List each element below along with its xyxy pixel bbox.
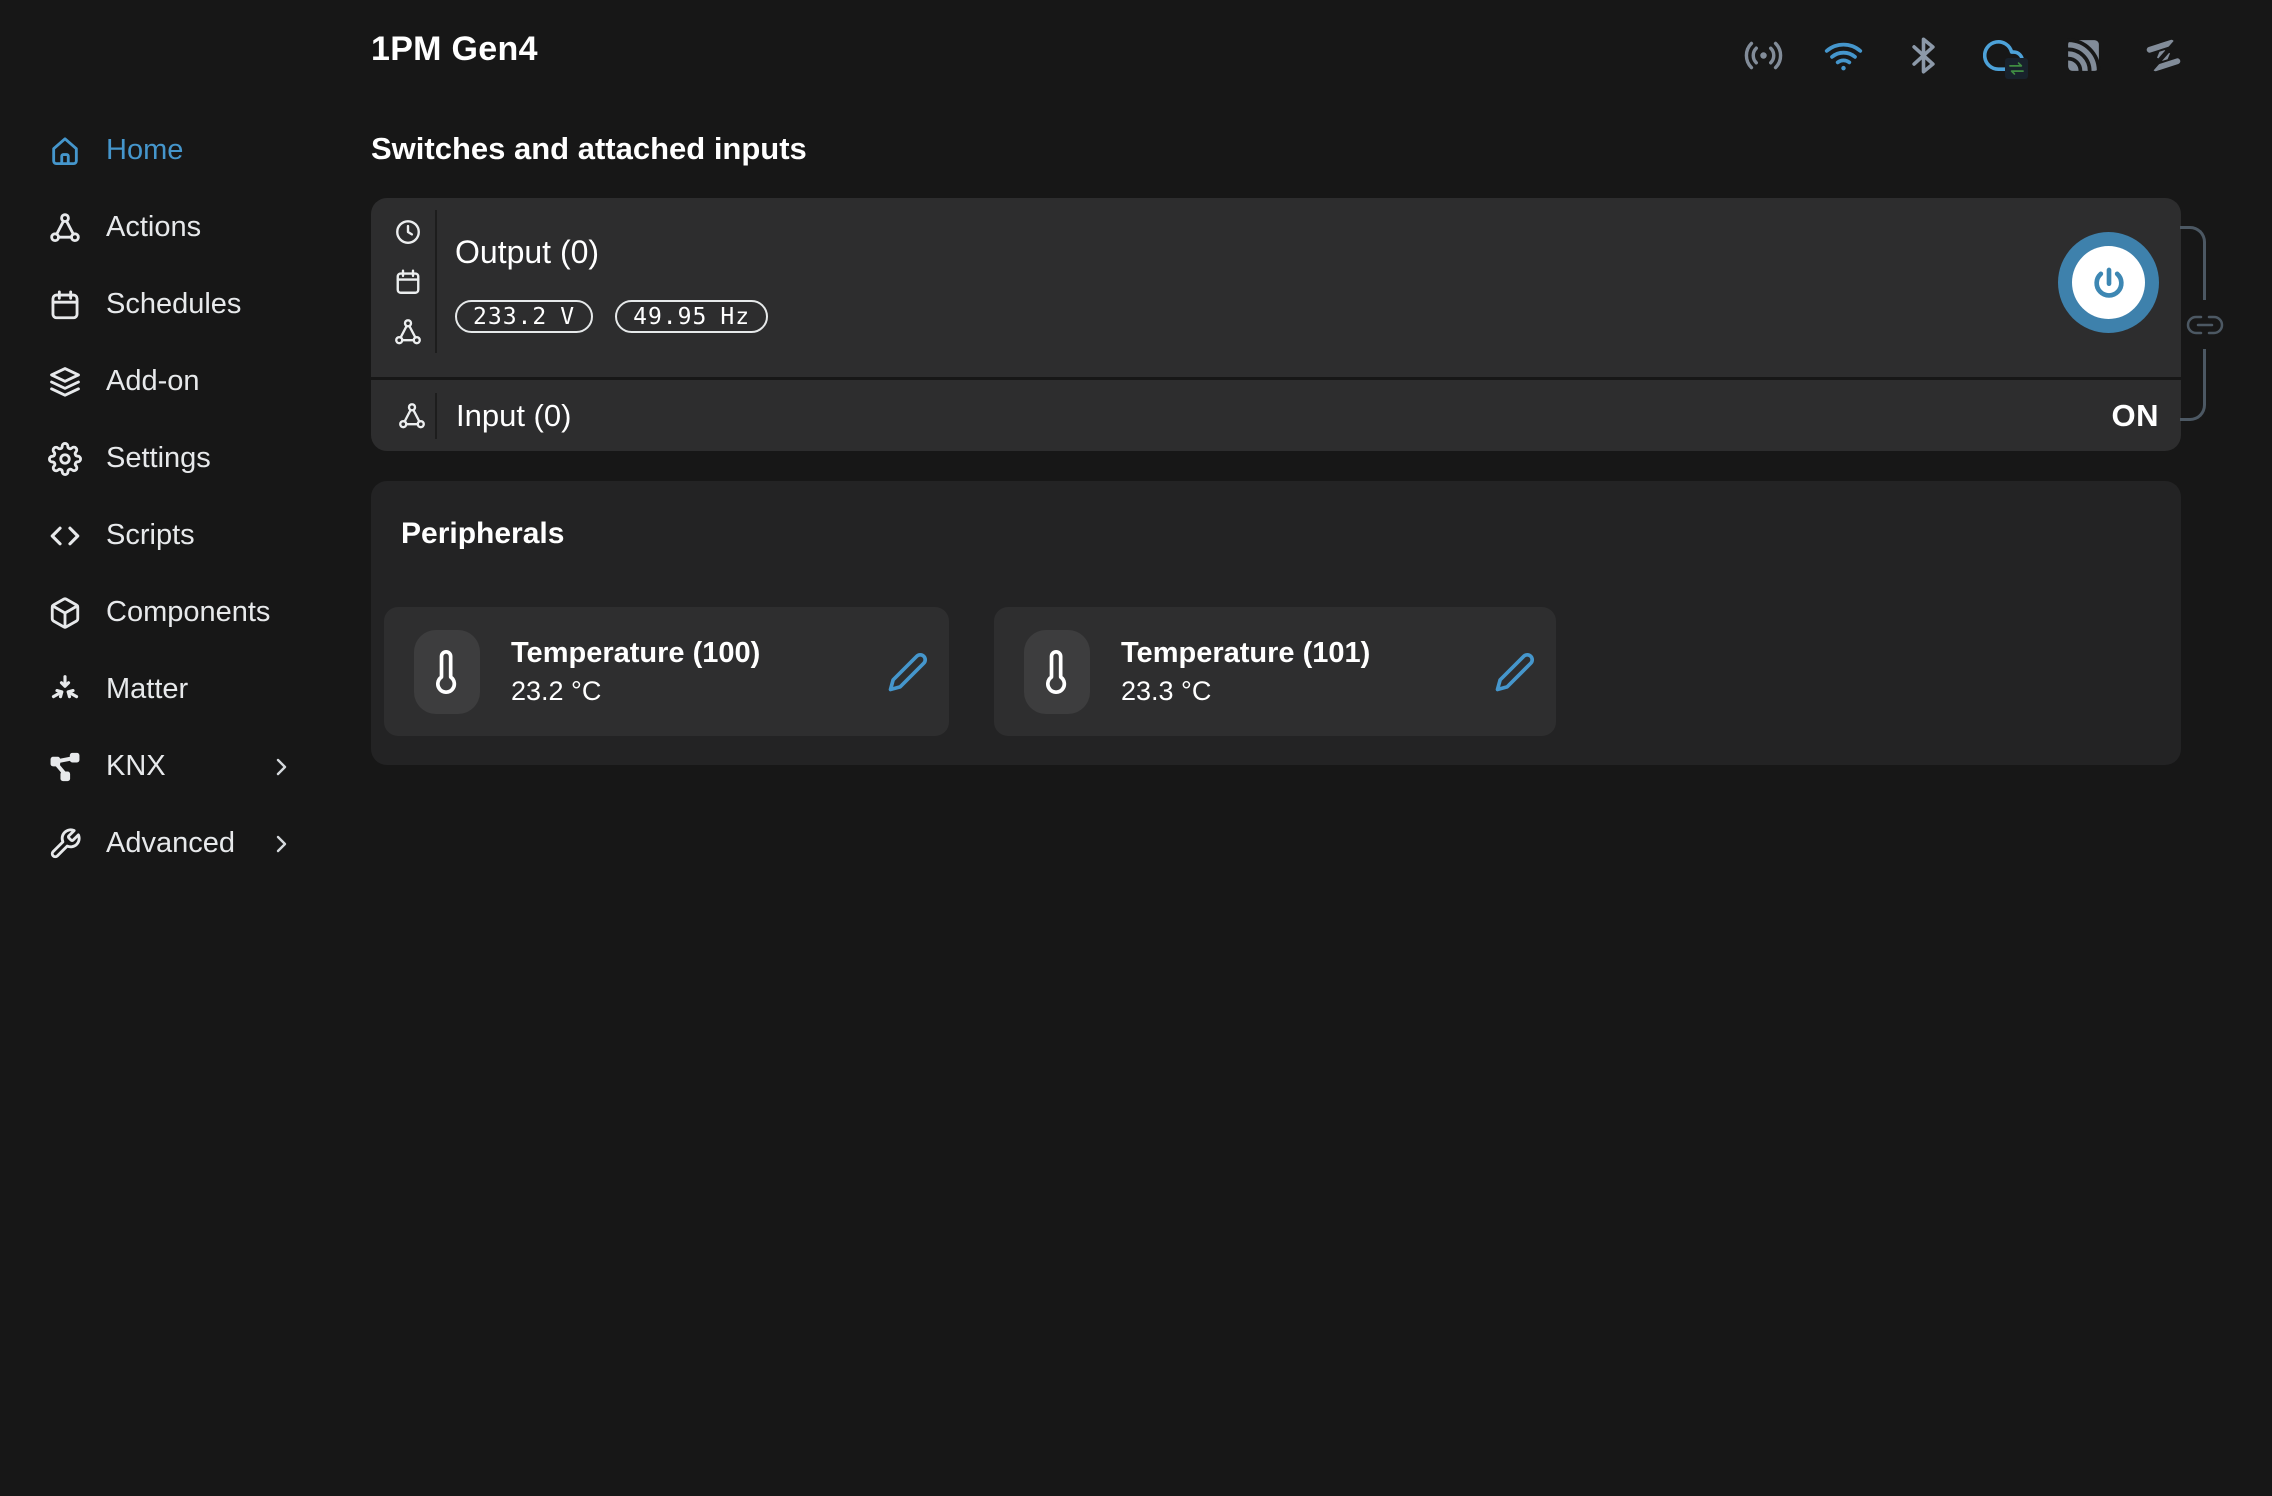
sync-arrows-icon — [2005, 58, 2028, 79]
chevron-right-icon — [269, 755, 293, 779]
sidebar-item-advanced[interactable]: Advanced — [0, 805, 371, 882]
power-toggle-button[interactable] — [2058, 232, 2159, 333]
status-bar — [1741, 33, 2185, 77]
sidebar-item-scripts[interactable]: Scripts — [0, 497, 371, 574]
thermometer-icon — [1024, 630, 1090, 714]
edit-pencil-icon[interactable] — [887, 651, 929, 693]
sidebar-item-label: Advanced — [106, 827, 235, 860]
rss-feed-icon[interactable] — [2061, 33, 2105, 77]
voltage-badge: 233.2V — [455, 300, 593, 333]
link-bracket-bottom — [2180, 349, 2206, 421]
thermometer-icon — [414, 630, 480, 714]
code-icon — [48, 519, 82, 553]
sidebar-item-label: Schedules — [106, 288, 241, 321]
link-bracket-top — [2180, 226, 2206, 300]
matter-icon — [48, 673, 82, 707]
sensor-tile-temperature-100[interactable]: Temperature (100) 23.2 °C — [384, 607, 949, 736]
output-indicator-icons — [393, 217, 423, 347]
sidebar-item-label: Matter — [106, 673, 188, 706]
input-state: ON — [2112, 398, 2160, 434]
sidebar-item-label: Scripts — [106, 519, 195, 552]
cloud-sync-icon[interactable] — [1981, 33, 2025, 77]
cube-icon — [48, 596, 82, 630]
sidebar-item-addon[interactable]: Add-on — [0, 343, 371, 420]
timer-clock-icon — [393, 217, 423, 247]
input-label: Input (0) — [456, 398, 571, 434]
wifi-icon[interactable] — [1821, 33, 1865, 77]
knx-icon — [48, 750, 82, 784]
sidebar-item-home[interactable]: Home — [0, 112, 371, 189]
sensor-value: 23.2 °C — [511, 676, 760, 707]
sidebar-item-knx[interactable]: KNX — [0, 728, 371, 805]
divider — [435, 393, 437, 439]
gear-icon — [48, 442, 82, 476]
hand-disabled-icon[interactable] — [2141, 33, 2185, 77]
power-icon — [2072, 246, 2145, 319]
divider — [435, 210, 437, 353]
sensor-value: 23.3 °C — [1121, 676, 1370, 707]
output-label: Output (0) — [455, 234, 599, 271]
page-title: 1PM Gen4 — [371, 30, 538, 69]
sidebar-item-schedules[interactable]: Schedules — [0, 266, 371, 343]
input-row[interactable]: Input (0) ON — [371, 380, 2181, 451]
sidebar-item-label: Settings — [106, 442, 211, 475]
output-badges: 233.2V 49.95Hz — [455, 300, 768, 333]
wrench-icon — [48, 827, 82, 861]
layers-icon — [48, 365, 82, 399]
sidebar-item-label: Components — [106, 596, 270, 629]
actions-icon — [397, 401, 427, 431]
sensor-text: Temperature (100) 23.2 °C — [511, 637, 760, 707]
switches-card: Output (0) 233.2V 49.95Hz Input (0 — [371, 198, 2181, 451]
schedule-calendar-icon — [393, 267, 423, 297]
bluetooth-icon[interactable] — [1901, 33, 1945, 77]
output-row[interactable]: Output (0) 233.2V 49.95Hz — [371, 198, 2181, 377]
sidebar-item-components[interactable]: Components — [0, 574, 371, 651]
actions-icon — [48, 211, 82, 245]
sidebar-item-matter[interactable]: Matter — [0, 651, 371, 728]
actions-icon — [393, 317, 423, 347]
sidebar-item-settings[interactable]: Settings — [0, 420, 371, 497]
sidebar-item-label: Actions — [106, 211, 201, 244]
sidebar-item-label: KNX — [106, 750, 166, 783]
link-icon — [2186, 314, 2224, 336]
edit-pencil-icon[interactable] — [1494, 651, 1536, 693]
sensor-label: Temperature (101) — [1121, 637, 1370, 670]
shelly-device-ui: Home Actions Schedules Add-on Settings — [0, 0, 2272, 1496]
sensor-text: Temperature (101) 23.3 °C — [1121, 637, 1370, 707]
sensor-label: Temperature (100) — [511, 637, 760, 670]
section-title: Switches and attached inputs — [371, 131, 807, 167]
sidebar: Home Actions Schedules Add-on Settings — [0, 0, 371, 1496]
peripherals-card: Peripherals Temperature (100) 23.2 °C Te… — [371, 481, 2181, 765]
sidebar-item-label: Add-on — [106, 365, 200, 398]
sidebar-item-actions[interactable]: Actions — [0, 189, 371, 266]
chevron-right-icon — [269, 832, 293, 856]
peripherals-title: Peripherals — [401, 517, 564, 551]
calendar-icon — [48, 288, 82, 322]
frequency-badge: 49.95Hz — [615, 300, 768, 333]
access-point-icon[interactable] — [1741, 33, 1785, 77]
sidebar-item-label: Home — [106, 134, 183, 167]
sensor-tile-temperature-101[interactable]: Temperature (101) 23.3 °C — [994, 607, 1556, 736]
home-icon — [48, 134, 82, 168]
